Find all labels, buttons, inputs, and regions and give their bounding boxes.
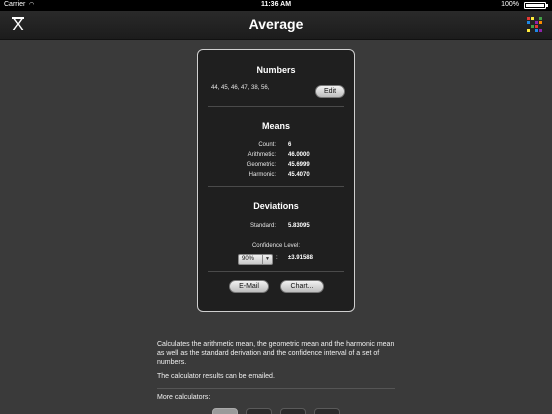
means-value: 46.0000 [288,152,310,158]
grid-cell [527,29,530,32]
means-label: Arithmetic: [247,152,276,158]
means-label: Harmonic: [248,172,276,178]
grid-cell [535,21,538,24]
grid-cell [527,17,530,20]
status-time: 11:36 AM [260,1,292,8]
divider [157,388,395,389]
means-label: Geometric: [246,162,276,168]
chevron-down-icon: ▼ [262,255,272,264]
email-note: The calculator results can be emailed. [157,373,275,380]
calculator-tile[interactable] [246,408,272,414]
calculator-tile[interactable] [280,408,306,414]
results-card: Numbers 44, 45, 46, 47, 38, 56, Edit Mea… [197,49,355,312]
means-row-arithmetic: Arithmetic: 46.0000 [198,152,354,161]
status-bar: Carrier ◠ 11:36 AM 100% [0,0,552,11]
standard-label: Standard: [249,223,276,229]
grid-cell [539,25,542,28]
color-grid-icon[interactable] [527,17,543,33]
means-row-harmonic: Harmonic: 45.4070 [198,172,354,181]
grid-cell [527,21,530,24]
numbers-list: 44, 45, 46, 47, 38, 56, [211,85,270,91]
grid-cell [531,25,534,28]
email-button[interactable]: E-Mail [229,280,269,293]
grid-cell [535,17,538,20]
means-section-title: Means [261,121,290,131]
grid-cell [535,29,538,32]
battery-icon [524,2,548,9]
divider [208,186,344,187]
confidence-level-label: Confidence Level: [251,243,301,249]
battery-percent: 100% [501,1,519,8]
means-row-count: Count: 6 [198,142,354,151]
grid-cell [535,25,538,28]
confidence-interval-value: ±3.91588 [288,255,313,261]
confidence-level-select[interactable]: 90% ▼ [238,254,273,265]
grid-cell [531,29,534,32]
grid-cell [531,21,534,24]
description-text: Calculates the arithmetic mean, the geom… [157,341,395,366]
means-label: Count: [258,142,276,148]
grid-cell [539,21,542,24]
navigation-bar: X Average [0,11,552,40]
means-row-geometric: Geometric: 45.6999 [198,162,354,171]
standard-deviation-row: Standard: 5.83095 [198,223,354,232]
confidence-colon: : [276,255,278,261]
page-title: Average [248,16,304,32]
grid-cell [527,25,530,28]
means-value: 6 [288,142,292,148]
grid-cell [539,29,542,32]
chart-button[interactable]: Chart... [280,280,324,293]
calculator-tile[interactable] [314,408,340,414]
deviations-section-title: Deviations [253,201,299,211]
more-calculators-label: More calculators: [157,394,211,401]
means-value: 45.4070 [288,172,310,178]
edit-button[interactable]: Edit [315,85,345,98]
calculator-tile[interactable] [212,408,238,414]
numbers-section-title: Numbers [256,65,296,75]
grid-cell [539,17,542,20]
divider [208,271,344,272]
confidence-selected-value: 90% [242,256,255,262]
standard-value: 5.83095 [288,223,310,229]
divider [208,106,344,107]
grid-cell [531,17,534,20]
means-value: 45.6999 [288,162,310,168]
